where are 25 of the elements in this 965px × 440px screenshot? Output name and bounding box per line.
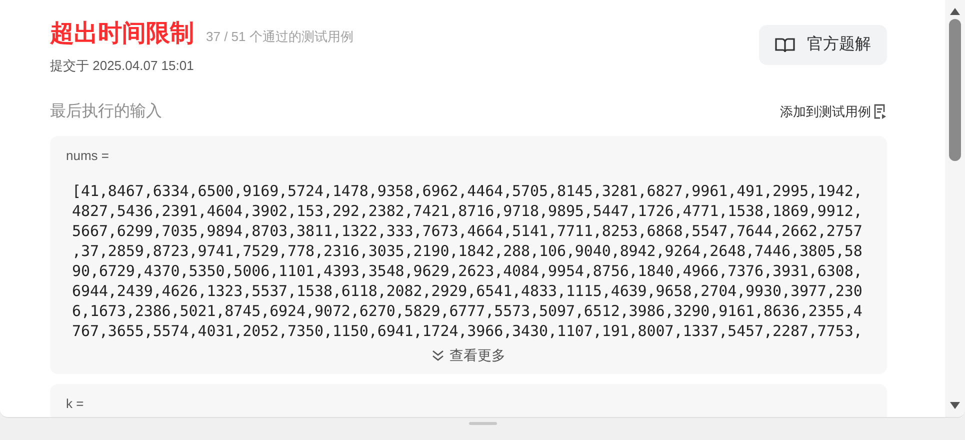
- code-line: 6944,2439,4626,1323,5537,1538,6118,2082,2929,6541,4833,1115,4639,9658,2704,9930,3977,230: [72, 281, 864, 301]
- scroll-up-icon[interactable]: [950, 8, 960, 15]
- scrollbar-thumb[interactable]: [949, 19, 961, 161]
- code-line: 6,1673,2386,5021,8745,6924,9072,6270,5829,6777,5573,5097,6512,3986,3290,9161,8636,2355,4: [72, 301, 864, 321]
- passed-count: 37 / 51 个通过的测试用例: [206, 28, 354, 46]
- submit-time: 提交于 2025.04.07 15:01: [50, 57, 195, 75]
- code-line: 5667,6299,7035,9894,8703,3811,1322,333,7673,4664,5141,7711,8253,6868,5547,7644,2662,2757: [72, 221, 864, 241]
- add-testcase-link[interactable]: 添加到测试用例: [780, 102, 887, 122]
- code-line: 4827,5436,2391,4604,3902,153,292,2382,7421,8716,9718,9895,5447,1726,4771,1538,1869,9912,: [72, 201, 864, 221]
- param-name: nums =: [66, 146, 110, 164]
- scrollbar[interactable]: [945, 0, 965, 417]
- code-line: ,37,2859,8723,9741,7529,778,2316,3035,2190,1842,288,106,9040,8942,9264,2648,7446,3805,58: [72, 241, 864, 261]
- book-icon: [775, 37, 795, 53]
- status-title: 超出时间限制: [50, 19, 194, 49]
- solution-button[interactable]: 官方题解: [759, 25, 887, 65]
- code-line: [41,8467,6334,6500,9169,5724,1478,9358,6962,4464,5705,8145,3281,6827,9961,491,2995,1942,: [72, 181, 864, 201]
- chevrons-down-icon: [432, 350, 444, 362]
- code-line: 90,6729,4370,5350,5006,1101,4393,3548,9629,2623,4084,9954,8756,1840,4966,7376,3931,6308,: [72, 261, 864, 281]
- show-more-button[interactable]: 查看更多: [432, 345, 506, 366]
- resize-handle[interactable]: [468, 422, 496, 425]
- section-title: 最后执行的输入: [50, 102, 162, 122]
- document-play-icon: [873, 104, 887, 120]
- scroll-down-icon[interactable]: [950, 402, 960, 409]
- code-line: 767,3655,5574,4031,2052,7350,1150,6941,1724,3966,3430,1107,191,8007,1337,5457,2287,7753,: [72, 321, 864, 341]
- param-name: k =: [66, 395, 85, 413]
